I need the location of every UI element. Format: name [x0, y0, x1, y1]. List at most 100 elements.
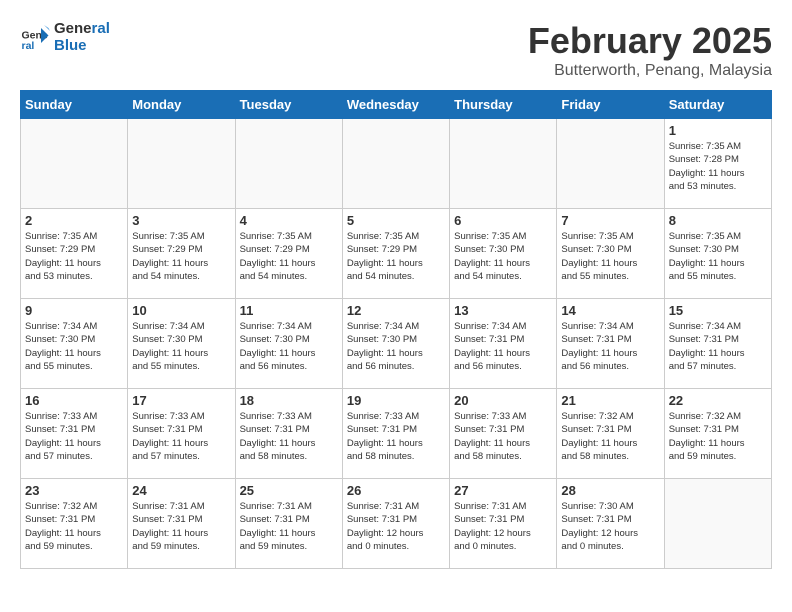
day-cell: 8 Sunrise: 7:35 AM Sunset: 7:30 PM Daylig… [664, 209, 771, 299]
day-number: 4 [240, 213, 338, 228]
day-cell: 19Sunrise: 7:33 AM Sunset: 7:31 PM Dayli… [342, 389, 449, 479]
week-row-0: 1 Sunrise: 7:35 AM Sunset: 7:28 PM Daylig… [21, 119, 772, 209]
day-cell: 9 Sunrise: 7:34 AM Sunset: 7:30 PM Daylig… [21, 299, 128, 389]
day-info: Sunrise: 7:34 AM Sunset: 7:30 PM Dayligh… [240, 320, 338, 373]
day-cell: 12Sunrise: 7:34 AM Sunset: 7:30 PM Dayli… [342, 299, 449, 389]
day-cell: 28 Sunrise: 7:30 AM Sunset: 7:31 PM Dayli… [557, 479, 664, 569]
day-cell: 10 Sunrise: 7:34 AM Sunset: 7:30 PM Dayli… [128, 299, 235, 389]
logo-line1: General [54, 20, 110, 37]
day-cell [235, 119, 342, 209]
day-info: Sunrise: 7:34 AM Sunset: 7:30 PM Dayligh… [132, 320, 230, 373]
day-cell: 1 Sunrise: 7:35 AM Sunset: 7:28 PM Daylig… [664, 119, 771, 209]
day-number: 15 [669, 303, 767, 318]
day-cell [128, 119, 235, 209]
title-section: February 2025 Butterworth, Penang, Malay… [528, 20, 772, 80]
day-cell: 23Sunrise: 7:32 AM Sunset: 7:31 PM Dayli… [21, 479, 128, 569]
day-number: 25 [240, 483, 338, 498]
day-number: 10 [132, 303, 230, 318]
day-info: Sunrise: 7:35 AM Sunset: 7:30 PM Dayligh… [561, 230, 659, 283]
day-info: Sunrise: 7:35 AM Sunset: 7:28 PM Dayligh… [669, 140, 767, 193]
header: Gene ral General Blue February 2025 Butt… [20, 20, 772, 80]
day-cell: 21Sunrise: 7:32 AM Sunset: 7:31 PM Dayli… [557, 389, 664, 479]
header-friday: Friday [557, 91, 664, 119]
logo-line2: Blue [54, 37, 110, 54]
day-cell: 25 Sunrise: 7:31 AM Sunset: 7:31 PM Dayli… [235, 479, 342, 569]
day-number: 19 [347, 393, 445, 408]
day-cell: 13 Sunrise: 7:34 AM Sunset: 7:31 PM Dayli… [450, 299, 557, 389]
day-cell: 16 Sunrise: 7:33 AM Sunset: 7:31 PM Dayli… [21, 389, 128, 479]
header-thursday: Thursday [450, 91, 557, 119]
day-cell [664, 479, 771, 569]
day-number: 8 [669, 213, 767, 228]
day-number: 17 [132, 393, 230, 408]
day-info: Sunrise: 7:35 AM Sunset: 7:29 PM Dayligh… [25, 230, 123, 283]
day-info: Sunrise: 7:31 AM Sunset: 7:31 PM Dayligh… [347, 500, 445, 553]
day-number: 6 [454, 213, 552, 228]
day-cell [450, 119, 557, 209]
header-tuesday: Tuesday [235, 91, 342, 119]
day-info: Sunrise: 7:33 AM Sunset: 7:31 PM Dayligh… [240, 410, 338, 463]
day-cell: 2 Sunrise: 7:35 AM Sunset: 7:29 PM Daylig… [21, 209, 128, 299]
day-number: 16 [25, 393, 123, 408]
day-cell: 7 Sunrise: 7:35 AM Sunset: 7:30 PM Daylig… [557, 209, 664, 299]
logo-icon: Gene ral [20, 22, 50, 52]
day-info: Sunrise: 7:31 AM Sunset: 7:31 PM Dayligh… [454, 500, 552, 553]
day-info: Sunrise: 7:32 AM Sunset: 7:31 PM Dayligh… [669, 410, 767, 463]
day-cell: 5Sunrise: 7:35 AM Sunset: 7:29 PM Daylig… [342, 209, 449, 299]
calendar-title: February 2025 [528, 20, 772, 62]
day-number: 1 [669, 123, 767, 138]
day-info: Sunrise: 7:34 AM Sunset: 7:31 PM Dayligh… [561, 320, 659, 373]
week-row-1: 2 Sunrise: 7:35 AM Sunset: 7:29 PM Daylig… [21, 209, 772, 299]
header-saturday: Saturday [664, 91, 771, 119]
day-cell: 18Sunrise: 7:33 AM Sunset: 7:31 PM Dayli… [235, 389, 342, 479]
day-info: Sunrise: 7:34 AM Sunset: 7:30 PM Dayligh… [25, 320, 123, 373]
day-info: Sunrise: 7:32 AM Sunset: 7:31 PM Dayligh… [25, 500, 123, 553]
day-info: Sunrise: 7:34 AM Sunset: 7:31 PM Dayligh… [454, 320, 552, 373]
header-wednesday: Wednesday [342, 91, 449, 119]
calendar-table: Sunday Monday Tuesday Wednesday Thursday… [20, 90, 772, 569]
day-cell: 6Sunrise: 7:35 AM Sunset: 7:30 PM Daylig… [450, 209, 557, 299]
day-number: 11 [240, 303, 338, 318]
day-info: Sunrise: 7:35 AM Sunset: 7:30 PM Dayligh… [669, 230, 767, 283]
day-info: Sunrise: 7:35 AM Sunset: 7:29 PM Dayligh… [347, 230, 445, 283]
calendar-subtitle: Butterworth, Penang, Malaysia [528, 62, 772, 80]
week-row-2: 9 Sunrise: 7:34 AM Sunset: 7:30 PM Daylig… [21, 299, 772, 389]
day-cell: 24 Sunrise: 7:31 AM Sunset: 7:31 PM Dayli… [128, 479, 235, 569]
day-cell: 11 Sunrise: 7:34 AM Sunset: 7:30 PM Dayli… [235, 299, 342, 389]
day-cell: 14 Sunrise: 7:34 AM Sunset: 7:31 PM Dayli… [557, 299, 664, 389]
day-cell: 4 Sunrise: 7:35 AM Sunset: 7:29 PM Daylig… [235, 209, 342, 299]
day-info: Sunrise: 7:35 AM Sunset: 7:29 PM Dayligh… [240, 230, 338, 283]
day-info: Sunrise: 7:33 AM Sunset: 7:31 PM Dayligh… [25, 410, 123, 463]
day-cell [21, 119, 128, 209]
logo: Gene ral General Blue [20, 20, 110, 54]
day-info: Sunrise: 7:34 AM Sunset: 7:31 PM Dayligh… [669, 320, 767, 373]
day-info: Sunrise: 7:31 AM Sunset: 7:31 PM Dayligh… [132, 500, 230, 553]
header-monday: Monday [128, 91, 235, 119]
day-info: Sunrise: 7:33 AM Sunset: 7:31 PM Dayligh… [454, 410, 552, 463]
day-cell: 22 Sunrise: 7:32 AM Sunset: 7:31 PM Dayli… [664, 389, 771, 479]
week-row-4: 23Sunrise: 7:32 AM Sunset: 7:31 PM Dayli… [21, 479, 772, 569]
header-row: Sunday Monday Tuesday Wednesday Thursday… [21, 91, 772, 119]
day-info: Sunrise: 7:31 AM Sunset: 7:31 PM Dayligh… [240, 500, 338, 553]
day-cell: 27 Sunrise: 7:31 AM Sunset: 7:31 PM Dayli… [450, 479, 557, 569]
day-number: 24 [132, 483, 230, 498]
day-info: Sunrise: 7:30 AM Sunset: 7:31 PM Dayligh… [561, 500, 659, 553]
header-sunday: Sunday [21, 91, 128, 119]
day-info: Sunrise: 7:34 AM Sunset: 7:30 PM Dayligh… [347, 320, 445, 373]
day-number: 14 [561, 303, 659, 318]
day-number: 22 [669, 393, 767, 408]
day-cell: 17 Sunrise: 7:33 AM Sunset: 7:31 PM Dayli… [128, 389, 235, 479]
day-cell: 15 Sunrise: 7:34 AM Sunset: 7:31 PM Dayli… [664, 299, 771, 389]
day-info: Sunrise: 7:33 AM Sunset: 7:31 PM Dayligh… [132, 410, 230, 463]
day-cell [557, 119, 664, 209]
week-row-3: 16 Sunrise: 7:33 AM Sunset: 7:31 PM Dayli… [21, 389, 772, 479]
day-number: 9 [25, 303, 123, 318]
day-cell [342, 119, 449, 209]
day-number: 13 [454, 303, 552, 318]
day-number: 7 [561, 213, 659, 228]
day-number: 27 [454, 483, 552, 498]
day-number: 20 [454, 393, 552, 408]
day-number: 28 [561, 483, 659, 498]
day-number: 21 [561, 393, 659, 408]
day-number: 2 [25, 213, 123, 228]
